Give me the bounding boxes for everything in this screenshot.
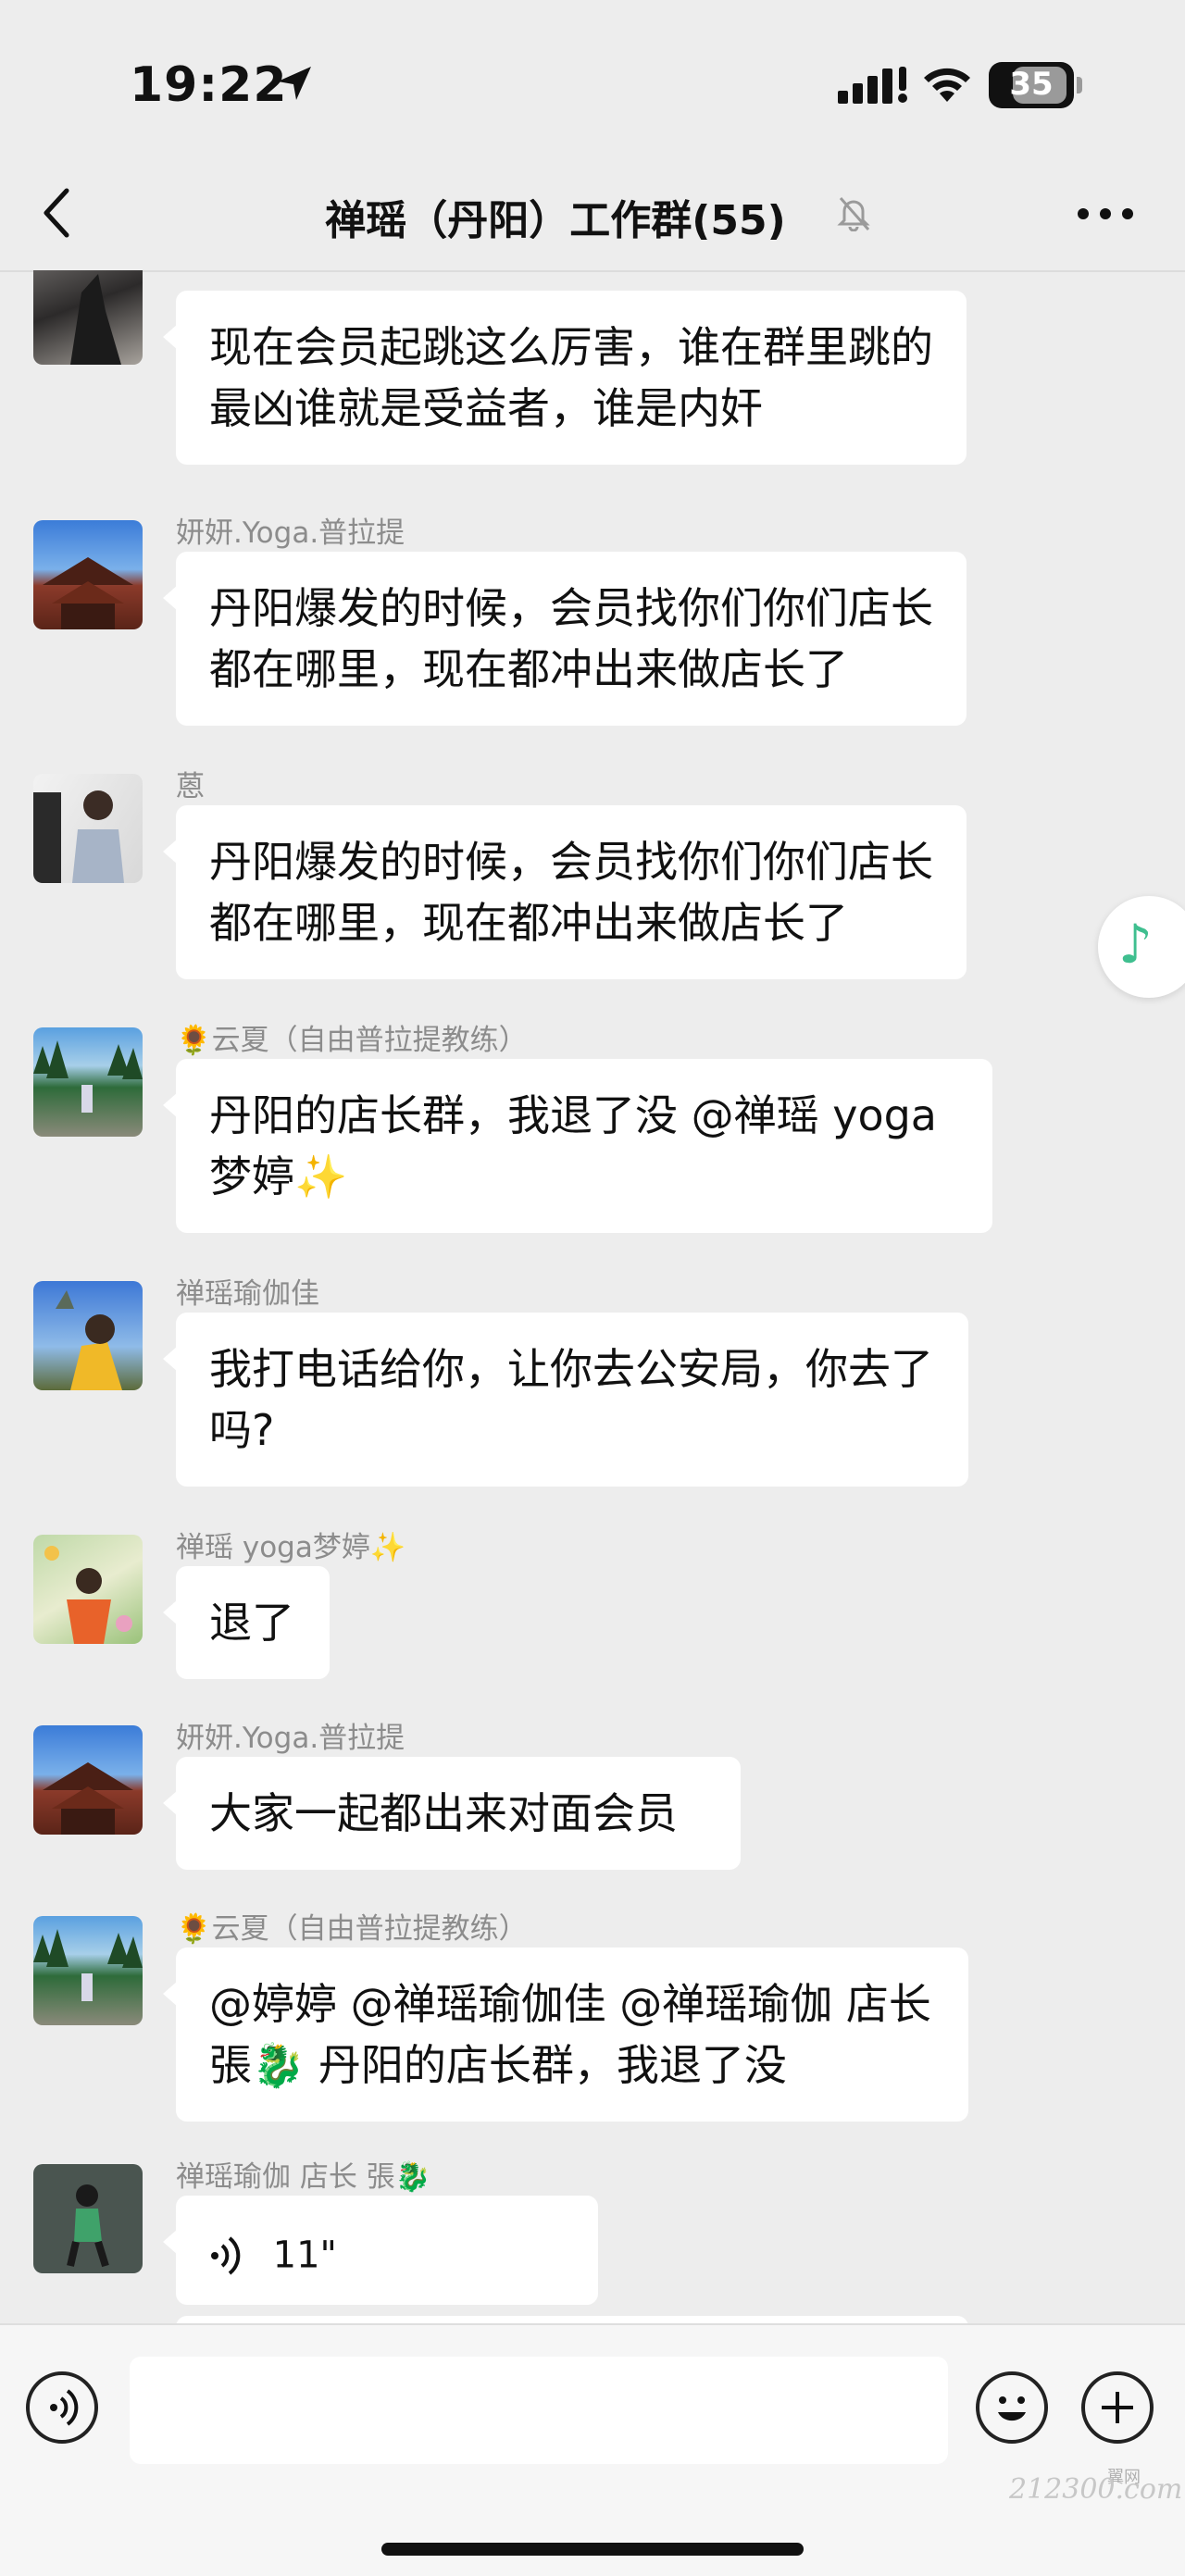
voice-message-bubble[interactable]: 11" [163, 2196, 598, 2305]
location-arrow-icon [278, 67, 311, 100]
message-text: 退了 [209, 1598, 294, 1648]
avatar[interactable] [33, 1535, 143, 1644]
battery-tip [1077, 77, 1082, 93]
voice-duration: 11" [272, 2234, 337, 2277]
message-text: 大家一起都出来对面会员 [209, 1788, 678, 1838]
sender-name: 妍妍.Yoga.普拉提 [176, 516, 405, 550]
message-bubble[interactable]: 丹阳的店长群，我退了没 @禅瑶 yoga梦婷✨ [163, 1059, 992, 1233]
avatar[interactable] [33, 774, 143, 883]
avatar[interactable] [33, 520, 143, 629]
avatar[interactable] [33, 270, 143, 365]
input-bar: 翼网 212300.com [0, 2323, 1185, 2576]
message-bubble[interactable]: 现在会员起跳这么厉害，谁在群里跳的最凶谁就是受益者，谁是内奸 [163, 291, 967, 465]
sender-name: 🌻云夏（自由普拉提教练） [176, 1024, 528, 1057]
status-bar: 19:22 35 [0, 0, 1185, 157]
avatar[interactable] [33, 1725, 143, 1835]
watermark: 212300.com [1009, 2473, 1183, 2506]
message-bubble[interactable]: 丹阳爆发的时候，会员找你们你们店长都在哪里，现在都冲出来做店长了 [163, 552, 967, 726]
avatar[interactable] [33, 2164, 143, 2273]
bell-off-icon [837, 197, 870, 231]
message-bubble[interactable]: 退了 [163, 1566, 330, 1679]
sender-name: 禅瑶 yoga梦婷✨ [176, 1531, 406, 1564]
message-text: 丹阳的店长群，我退了没 @禅瑶 yoga梦婷✨ [209, 1090, 937, 1201]
avatar[interactable] [33, 1916, 143, 2025]
avatar[interactable] [33, 1281, 143, 1390]
status-time: 19:22 [130, 57, 288, 113]
sender-name: 禅瑶瑜伽佳 [176, 1277, 319, 1311]
ellipsis-icon[interactable] [1074, 191, 1139, 237]
sender-name: 蒽 [176, 770, 205, 803]
message-bubble[interactable]: 我打电话给你，让你去公安局，你去了吗? [163, 1313, 968, 1487]
sender-name: 🌻云夏（自由普拉提教练） [176, 1912, 528, 1946]
emoji-icon[interactable] [976, 2371, 1048, 2444]
music-note-icon: ♪ [1118, 913, 1154, 976]
battery-level-text: 35 [1009, 66, 1054, 103]
chat-title: 禅瑶（丹阳）工作群(55) [325, 197, 786, 244]
message-text: 我打电话给你，让你去公安局，你去了吗? [209, 1344, 933, 1455]
message-bubble[interactable]: @婷婷 @禅瑶瑜伽佳 @禅瑶瑜伽 店长 張🐉 丹阳的店长群，我退了没 [163, 1948, 968, 2122]
message-input[interactable] [130, 2357, 948, 2464]
message-text: 现在会员起跳这么厉害，谁在群里跳的最凶谁就是受益者，谁是内奸 [209, 322, 933, 433]
voice-input-icon[interactable] [26, 2371, 98, 2444]
message-bubble[interactable]: 大家一起都出来对面会员 [163, 1757, 741, 1870]
sender-name: 妍妍.Yoga.普拉提 [176, 1722, 405, 1755]
floating-music-button[interactable]: ♪ [1098, 896, 1185, 998]
chevron-left-icon[interactable] [37, 185, 78, 241]
message-bubble[interactable] [176, 2316, 968, 2323]
wifi-icon [924, 68, 970, 102]
battery-icon: 35 [989, 62, 1074, 108]
message-text: 丹阳爆发的时候，会员找你们你们店长都在哪里，现在都冲出来做店长了 [209, 583, 933, 694]
message-bubble[interactable]: 丹阳爆发的时候，会员找你们你们店长都在哪里，现在都冲出来做店长了 [163, 805, 967, 979]
voice-wave-icon [211, 2235, 241, 2275]
message-text: @婷婷 @禅瑶瑜伽佳 @禅瑶瑜伽 店长 張🐉 丹阳的店长群，我退了没 [209, 1979, 931, 2090]
message-text: 丹阳爆发的时候，会员找你们你们店长都在哪里，现在都冲出来做店长了 [209, 837, 933, 948]
plus-icon[interactable] [1081, 2371, 1154, 2444]
cellular-signal-icon [838, 67, 907, 104]
avatar[interactable] [33, 1027, 143, 1137]
message-list[interactable]: 现在会员起跳这么厉害，谁在群里跳的最凶谁就是受益者，谁是内奸 妍妍.Yoga.普… [0, 270, 1185, 2323]
nav-bar: 禅瑶（丹阳）工作群(55) [0, 157, 1185, 272]
sender-name: 禅瑶瑜伽 店长 張🐉 [176, 2160, 431, 2194]
home-indicator[interactable] [381, 2543, 804, 2556]
